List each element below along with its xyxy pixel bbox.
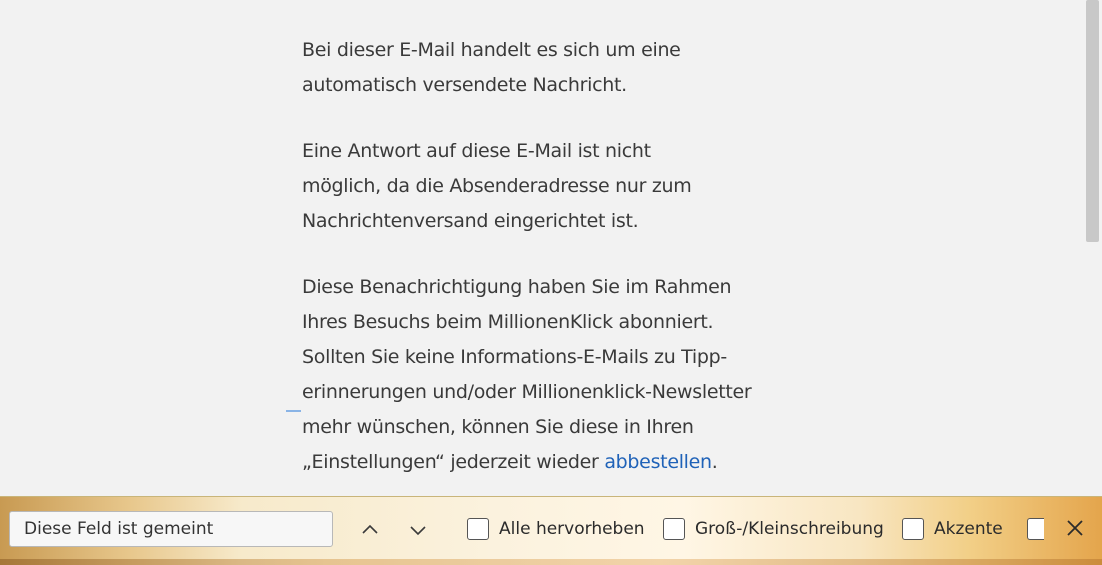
paragraph-no-reply: Eine Antwort auf diese E-Mail ist nicht … xyxy=(302,134,782,239)
find-next-button[interactable] xyxy=(401,513,435,547)
unsubscribe-link[interactable]: abbestellen xyxy=(604,451,712,473)
link-suffix-text: . xyxy=(711,451,718,473)
highlight-all-option[interactable]: Alle hervorheben xyxy=(467,516,645,542)
text-line: Bei dieser E-Mail handelt es sich um ein… xyxy=(302,39,681,61)
email-content: Bei dieser E-Mail handelt es sich um ein… xyxy=(0,0,1083,496)
chevron-up-icon xyxy=(362,524,378,534)
match-diacritics-label: Akzente xyxy=(934,519,1003,539)
text-line: Ihres Besuchs beim MillionenKlick abonni… xyxy=(302,311,714,333)
text-line: Eine Antwort auf diese E-Mail ist nicht xyxy=(302,140,651,162)
find-previous-button[interactable] xyxy=(353,513,387,547)
match-diacritics-option[interactable]: Akzente xyxy=(902,516,1003,542)
text-line: Nachrichtenversand eingerichtet ist. xyxy=(302,210,639,232)
text-line: möglich, da die Absenderadresse nur zum xyxy=(302,175,692,197)
close-findbar-button[interactable] xyxy=(1060,513,1090,543)
vertical-scrollbar[interactable] xyxy=(1083,0,1102,496)
line-marker xyxy=(286,410,301,412)
paragraph-unsubscribe-info: Diese Benachrichtigung haben Sie im Rahm… xyxy=(302,270,782,480)
highlight-all-label: Alle hervorheben xyxy=(499,519,645,539)
match-diacritics-checkbox[interactable] xyxy=(902,518,924,540)
find-input[interactable] xyxy=(9,511,333,547)
paragraph-auto-message: Bei dieser E-Mail handelt es sich um ein… xyxy=(302,33,782,103)
link-prefix-text: „Einstellungen“ jederzeit wieder xyxy=(302,451,605,473)
text-line: mehr wünschen, können Sie diese in Ihren xyxy=(302,416,694,438)
highlight-all-checkbox[interactable] xyxy=(467,518,489,540)
text-line: Sollten Sie keine Informations-E-Mails z… xyxy=(302,346,727,368)
text-line: Diese Benachrichtigung haben Sie im Rahm… xyxy=(302,276,732,298)
text-line: automatisch versendete Nachricht. xyxy=(302,74,627,96)
scrollbar-thumb[interactable] xyxy=(1086,0,1099,242)
find-bar: Alle hervorheben Groß-/Kleinschreibung A… xyxy=(0,496,1102,565)
text-line-with-link: „Einstellungen“ jederzeit wieder abbeste… xyxy=(302,445,782,480)
text-line: erinnerungen und/oder Millionenklick-New… xyxy=(302,381,752,403)
chevron-down-icon xyxy=(410,526,426,536)
match-case-checkbox[interactable] xyxy=(663,518,685,540)
match-case-option[interactable]: Groß-/Kleinschreibung xyxy=(663,516,884,542)
whole-words-option[interactable] xyxy=(1027,516,1054,542)
whole-words-checkbox[interactable] xyxy=(1027,518,1044,540)
match-case-label: Groß-/Kleinschreibung xyxy=(695,519,884,539)
close-icon xyxy=(1067,520,1083,536)
